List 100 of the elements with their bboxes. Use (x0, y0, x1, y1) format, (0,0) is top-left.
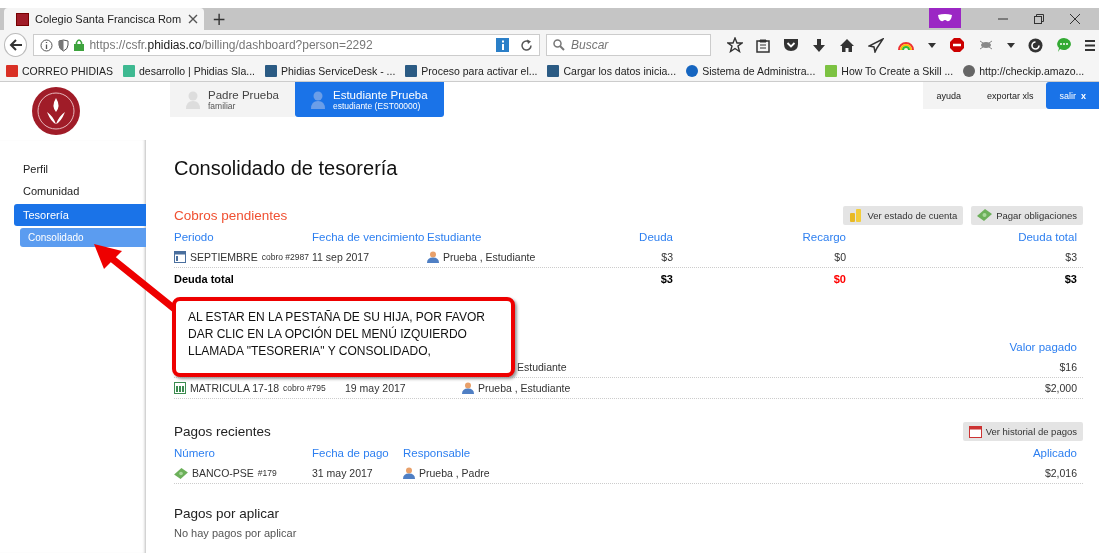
school-logo-icon (31, 86, 81, 136)
user-icon (403, 467, 415, 479)
calendar-icon (968, 424, 982, 438)
section-title: Pagos por aplicar (174, 506, 281, 521)
rainbow-icon[interactable] (897, 40, 915, 50)
bookmark-link[interactable]: CORREO PHIDIAS (6, 64, 113, 77)
chat-icon[interactable] (1056, 37, 1072, 53)
close-icon[interactable] (1069, 13, 1081, 25)
column-header[interactable]: Recargo (673, 231, 846, 243)
column-header[interactable]: Responsable (403, 447, 877, 459)
address-bar[interactable]: https://csfr.phidias.co/billing/dashboard?person=2292 (33, 34, 540, 56)
close-icon[interactable] (188, 14, 198, 24)
column-header[interactable]: Deuda (600, 231, 673, 243)
bookmark-icon (686, 64, 699, 77)
user-icon (462, 382, 474, 394)
column-header[interactable]: Aplicado (877, 447, 1077, 459)
coins-icon (849, 208, 864, 222)
column-header[interactable]: Fecha de pago (312, 447, 403, 459)
table-cell: Prueba , Padre (403, 467, 877, 479)
sidebar-item[interactable]: Tesorería (14, 204, 146, 226)
shield-icon (58, 38, 70, 52)
home-icon[interactable] (839, 37, 855, 53)
search-field[interactable]: Buscar (546, 34, 711, 56)
info-icon (40, 38, 54, 52)
bookmark-link[interactable]: Cargar los datos inicia... (547, 64, 677, 77)
bookmark-link[interactable]: http://checkip.amazo... (963, 64, 1085, 77)
bug-icon[interactable] (978, 39, 994, 51)
table-cell-text: $2,000 (1043, 382, 1077, 394)
banknote-icon (977, 209, 993, 221)
empty-message: No hay pagos por aplicar (174, 527, 298, 539)
table-icon (174, 382, 186, 394)
calendar-icon (174, 251, 186, 263)
stop-sign-icon[interactable] (949, 37, 965, 53)
table-cell: SEPTIEMBRE cobro #2987 (174, 251, 312, 263)
sidebar-item[interactable]: Comunidad (14, 180, 146, 202)
table-cell-text: 31 may 2017 (312, 467, 374, 479)
column-header[interactable]: Estudiante (427, 231, 600, 243)
reload-icon[interactable] (520, 38, 533, 52)
column-header[interactable]: Periodo (174, 231, 312, 243)
table-cell-text: $16 (1058, 361, 1077, 373)
column-header[interactable]: Valor pagado (877, 341, 1077, 353)
table-cell-text: $3 (660, 251, 673, 263)
action-button[interactable]: Pagar obligaciones (971, 205, 1083, 225)
bookmark-icon (547, 64, 560, 77)
url-text: https://csfr.phidias.co/billing/dashboard?person=2292 (89, 38, 374, 52)
table-cell-text: Estudiante (516, 361, 568, 373)
star-icon[interactable] (727, 37, 743, 53)
user-tab[interactable]: Padre Prueba familiar (170, 82, 295, 117)
dropdown-icon[interactable] (1007, 42, 1015, 48)
action-button[interactable]: exportar xls (973, 82, 1047, 109)
paper-plane-icon[interactable] (868, 37, 884, 53)
total-label: Deuda total (174, 272, 235, 285)
download-icon[interactable] (812, 37, 826, 53)
school-logo-icon (16, 12, 29, 26)
table-cell: BANCO-PSE #179 (174, 467, 312, 479)
bookmark-link[interactable]: How To Create a Skill ... (825, 64, 954, 77)
annotation-callout: AL ESTAR EN LA PESTAÑA DE SU HIJA, POR FAVOR DAR CLIC EN LA OPCIÓN DEL MENÚ IZQUIERDO LLAMADA "TESORERIA" Y CONSOLIDADO, (172, 297, 515, 377)
pocket-icon[interactable] (783, 38, 799, 52)
banknote-icon (174, 467, 188, 479)
column-header[interactable]: Deuda total (846, 231, 1077, 243)
section-title: Pagos recientes (174, 423, 271, 439)
bookmark-link[interactable]: Phidias ServiceDesk - ... (264, 64, 396, 77)
bookmark-link[interactable]: desarrollo | Phidias Sla... (123, 64, 255, 77)
bookmark-icon (405, 64, 418, 77)
bookmark-link[interactable]: Sistema de Administra... (686, 64, 816, 77)
bookmark-icon (6, 64, 18, 77)
info-icon[interactable] (496, 38, 509, 52)
menu-icon[interactable] (1085, 38, 1095, 52)
table-cell-text: $3 (1064, 251, 1077, 263)
restore-icon[interactable] (1033, 13, 1045, 25)
dropdown-icon[interactable] (928, 42, 936, 48)
search-icon (553, 39, 565, 51)
column-header[interactable]: Número (174, 447, 312, 459)
table-cell-text: $3 (659, 272, 673, 285)
sidebar-item[interactable]: Perfil (14, 158, 146, 180)
back-button[interactable] (4, 33, 28, 57)
column-header[interactable]: Fecha de vencimiento (312, 231, 427, 243)
table-cell: MATRICULA 17-18 cobro #795 (174, 382, 345, 394)
person-silhouette-icon (310, 90, 325, 109)
user-icon (427, 251, 439, 263)
logout-button[interactable]: salir x (1046, 82, 1099, 109)
section-title: Cobros pendientes (174, 207, 288, 223)
bookmark-link[interactable]: Proceso para activar el... (405, 64, 538, 77)
user-tab[interactable]: Estudiante Prueba estudiante (EST00000) (294, 82, 444, 117)
new-tab-button[interactable]: + (212, 9, 227, 29)
history-icon[interactable] (1028, 37, 1043, 53)
table-cell: Prueba , Estudiante (462, 382, 877, 394)
browser-tab[interactable]: Colegio Santa Francisca Rom (4, 8, 204, 30)
table-cell-text: 19 may 2017 (345, 382, 407, 394)
back-icon (8, 38, 23, 52)
bookmark-icon (825, 64, 838, 77)
clipboard-icon[interactable] (756, 37, 770, 53)
table-cell-text: $0 (832, 272, 846, 285)
mask-icon (929, 8, 961, 28)
bookmark-icon (963, 64, 976, 77)
action-button[interactable]: Ver historial de pagos (962, 421, 1083, 441)
action-button[interactable]: ayuda (923, 82, 974, 109)
page-title: Consolidado de tesorería (174, 157, 399, 181)
bookmark-icon (123, 64, 135, 77)
action-button[interactable]: Ver estado de cuenta (843, 205, 964, 225)
